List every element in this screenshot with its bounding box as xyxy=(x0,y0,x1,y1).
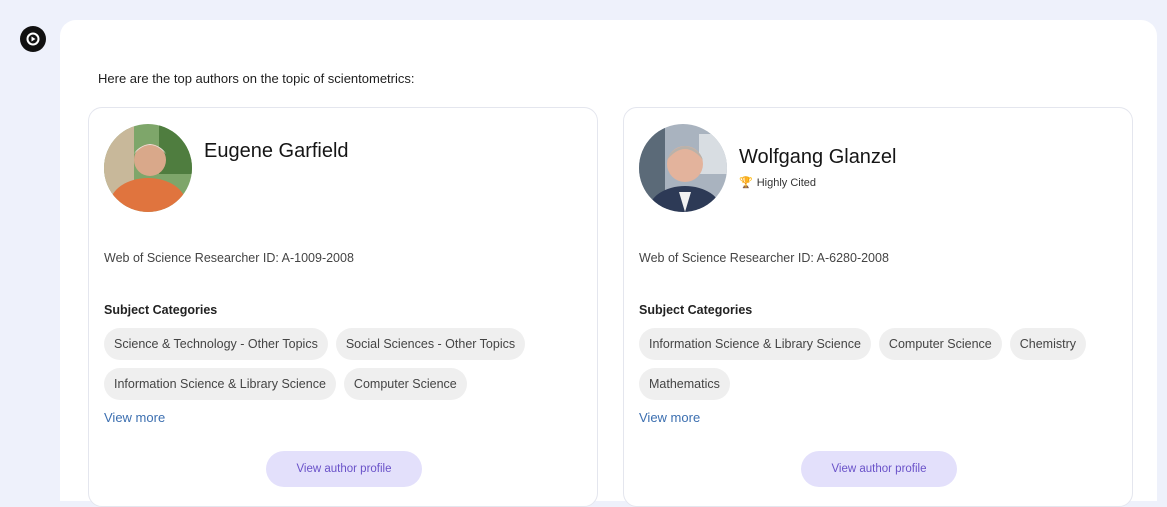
avatar xyxy=(639,124,727,212)
subject-categories-title: Subject Categories xyxy=(104,303,218,317)
category-chips: Science & Technology - Other Topics Soci… xyxy=(104,328,584,400)
avatar xyxy=(104,124,192,212)
author-name: Wolfgang Glanzel xyxy=(739,146,897,168)
category-chip[interactable]: Information Science & Library Science xyxy=(104,368,336,400)
highly-cited-badge: 🏆 Highly Cited xyxy=(739,176,817,190)
subject-categories-title: Subject Categories xyxy=(639,303,753,317)
researcher-id: Web of Science Researcher ID: A-1009-200… xyxy=(104,251,354,265)
category-chip[interactable]: Computer Science xyxy=(343,368,467,400)
category-chip[interactable]: Science & Technology - Other Topics xyxy=(104,328,328,360)
view-author-profile-button[interactable]: View author profile xyxy=(801,451,957,487)
chat-message-panel: Here are the top authors on the topic of… xyxy=(60,20,1157,507)
category-chip[interactable]: Mathematics xyxy=(639,368,730,400)
view-more-link[interactable]: View more xyxy=(639,410,700,425)
category-chip[interactable]: Computer Science xyxy=(878,328,1002,360)
category-chip[interactable]: Information Science & Library Science xyxy=(639,328,871,360)
intro-text: Here are the top authors on the topic of… xyxy=(98,71,415,86)
bot-icon xyxy=(20,26,46,52)
category-chips: Information Science & Library Science Co… xyxy=(639,328,1119,400)
view-author-profile-button[interactable]: View author profile xyxy=(266,451,422,487)
author-card-glanzel: Wolfgang Glanzel 🏆 Highly Cited Web of S… xyxy=(623,107,1133,507)
category-chip[interactable]: Social Sciences - Other Topics xyxy=(335,328,526,360)
trophy-icon: 🏆 xyxy=(739,177,753,189)
author-name: Eugene Garfield xyxy=(204,140,349,162)
researcher-id: Web of Science Researcher ID: A-6280-200… xyxy=(639,251,889,265)
view-more-link[interactable]: View more xyxy=(104,410,165,425)
author-card-garfield: Eugene Garfield Web of Science Researche… xyxy=(88,107,598,507)
badge-label: Highly Cited xyxy=(756,176,817,189)
category-chip[interactable]: Chemistry xyxy=(1009,328,1087,360)
